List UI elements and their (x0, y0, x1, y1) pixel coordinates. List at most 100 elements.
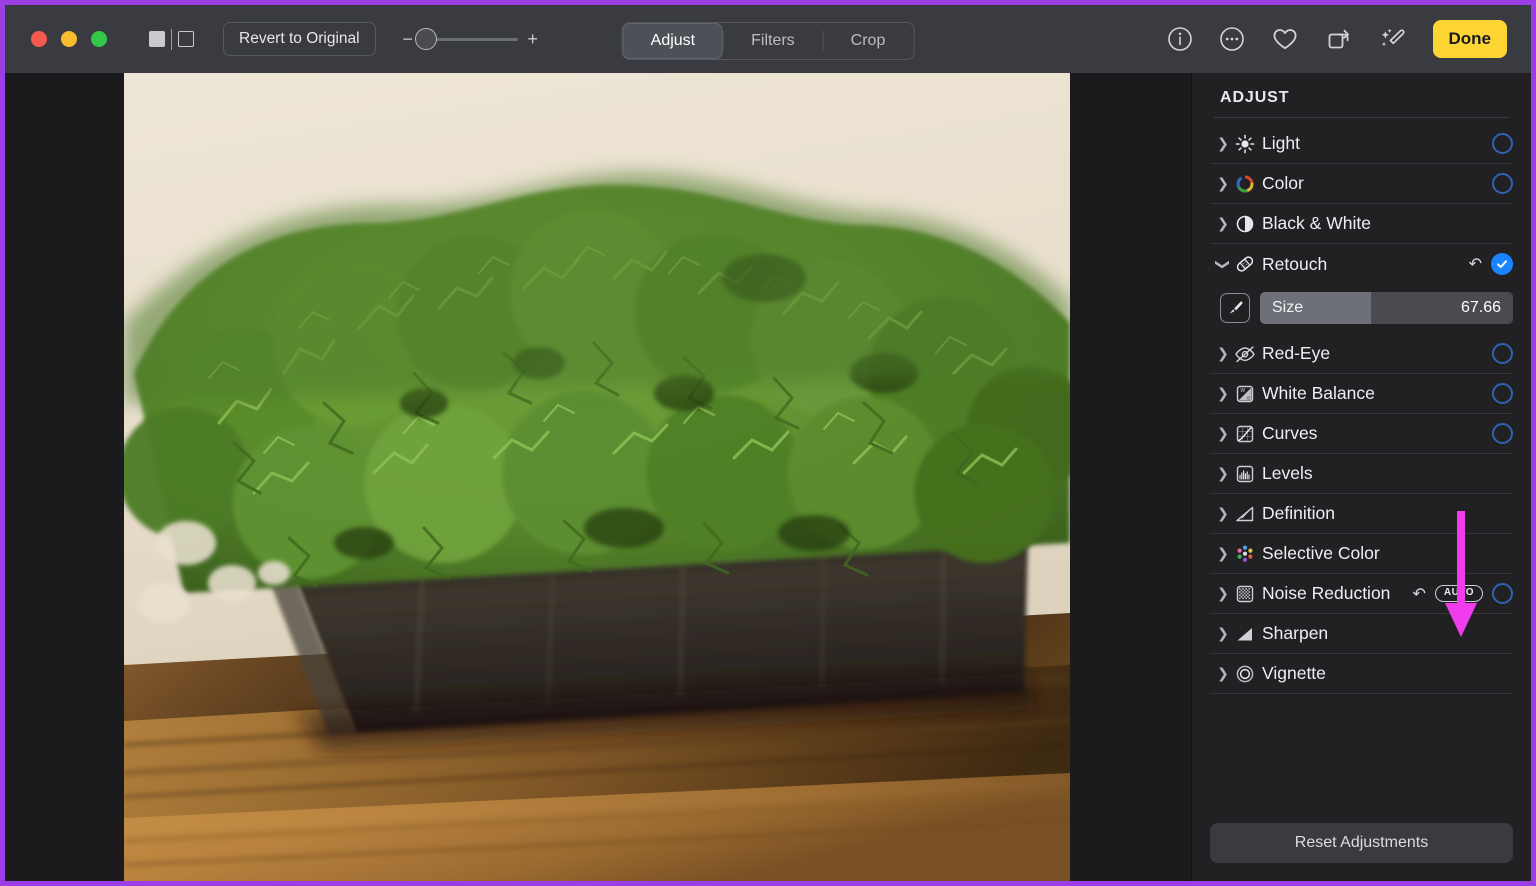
chevron-right-icon[interactable]: ❯ (1214, 505, 1232, 522)
zoom-in-icon[interactable]: + (527, 30, 539, 48)
chevron-right-icon[interactable]: ❯ (1214, 585, 1232, 602)
sidebar-item-label: Black & White (1262, 213, 1371, 233)
sidebar-item-label: Curves (1262, 423, 1318, 443)
sidebar-item-noise-reduction[interactable]: ❯ Noise Reduction ↶ AUTO (1210, 574, 1513, 614)
curves-icon (1232, 423, 1258, 445)
tab-adjust[interactable]: Adjust (622, 23, 724, 59)
retouch-bandage-icon (1232, 253, 1258, 275)
auto-badge[interactable]: AUTO (1434, 585, 1483, 602)
zoom-slider-knob[interactable] (414, 28, 437, 50)
edited-photo[interactable] (124, 73, 1070, 881)
adjust-sidebar: ADJUST ❯ Light ❯ Color ❯ Black & White ❯… (1191, 73, 1531, 881)
window-controls (31, 31, 107, 47)
chevron-right-icon[interactable]: ❯ (1214, 385, 1232, 402)
sidebar-item-color[interactable]: ❯ Color (1210, 164, 1513, 204)
brush-icon[interactable] (1220, 293, 1250, 323)
tab-filters[interactable]: Filters (723, 23, 823, 59)
sidebar-item-label: Light (1262, 133, 1300, 153)
sidebar-item-sharpen[interactable]: ❯ Sharpen (1210, 614, 1513, 654)
chevron-right-icon[interactable]: ❯ (1214, 135, 1232, 152)
reset-adjustments-button[interactable]: Reset Adjustments (1210, 823, 1513, 863)
svg-text:W: W (1240, 388, 1245, 394)
levels-icon (1232, 463, 1258, 485)
sidebar-item-label: Vignette (1262, 663, 1326, 683)
definition-icon (1232, 503, 1258, 525)
chevron-right-icon[interactable]: ❯ (1214, 175, 1232, 192)
row-trailing (1492, 343, 1513, 364)
rotate-icon[interactable] (1325, 26, 1353, 52)
minimize-window-button[interactable] (61, 31, 77, 47)
light-toggle[interactable] (1492, 133, 1513, 154)
chevron-right-icon[interactable]: ❯ (1214, 215, 1232, 232)
titlebar: Revert to Original − + Adjust Filters Cr… (5, 5, 1531, 73)
zoom-slider-track[interactable] (414, 28, 518, 50)
chevron-right-icon[interactable]: ❯ (1214, 665, 1232, 682)
size-slider[interactable]: Size 67.66 (1260, 292, 1513, 324)
photo-canvas (5, 73, 1191, 881)
auto-enhance-magic-wand-icon[interactable] (1379, 26, 1407, 52)
size-slider-value: 67.66 (1460, 299, 1501, 316)
photos-editor-window: Revert to Original − + Adjust Filters Cr… (0, 0, 1536, 886)
split-view-icon[interactable] (149, 27, 195, 51)
done-button[interactable]: Done (1432, 20, 1507, 58)
curves-toggle[interactable] (1492, 423, 1513, 444)
sidebar-item-light[interactable]: ❯ Light (1210, 124, 1513, 164)
row-trailing (1492, 423, 1513, 444)
sidebar-item-red-eye[interactable]: ❯ Red-Eye (1210, 334, 1513, 374)
sidebar-item-curves[interactable]: ❯ Curves (1210, 414, 1513, 454)
zoom-out-icon[interactable]: − (402, 30, 414, 48)
edit-mode-tabs: Adjust Filters Crop (621, 22, 915, 60)
white-balance-toggle[interactable] (1492, 383, 1513, 404)
size-slider-label: Size (1272, 299, 1304, 316)
brightness-sun-icon (1232, 133, 1258, 155)
sidebar-title: ADJUST (1220, 89, 1290, 106)
sidebar-item-label: Noise Reduction (1262, 583, 1391, 603)
maximize-window-button[interactable] (91, 31, 107, 47)
color-wheel-icon (1232, 173, 1258, 195)
toolbar-actions: Done (1167, 20, 1507, 58)
sidebar-item-label: Selective Color (1262, 543, 1380, 563)
red-eye-icon (1232, 343, 1258, 365)
sidebar-item-label: Levels (1262, 463, 1313, 483)
chevron-right-icon[interactable]: ❯ (1214, 625, 1232, 642)
zoom-slider[interactable]: − + (402, 28, 539, 50)
chevron-down-icon[interactable]: ❯ (1215, 255, 1232, 273)
sidebar-title-divider (1214, 117, 1509, 118)
red-eye-toggle[interactable] (1492, 343, 1513, 364)
sidebar-item-label: Definition (1262, 503, 1335, 523)
chevron-right-icon[interactable]: ❯ (1214, 465, 1232, 482)
favorite-heart-icon[interactable] (1271, 26, 1299, 52)
sidebar-item-white-balance[interactable]: ❯ W B White Balance (1210, 374, 1513, 414)
sidebar-item-label: Color (1262, 173, 1304, 193)
sidebar-item-levels[interactable]: ❯ Levels (1210, 454, 1513, 494)
row-trailing (1492, 383, 1513, 404)
close-window-button[interactable] (31, 31, 47, 47)
sidebar-item-black-and-white[interactable]: ❯ Black & White (1210, 204, 1513, 244)
row-trailing: ↶ AUTO (1412, 583, 1513, 604)
reset-adjustments-container: Reset Adjustments (1210, 823, 1513, 863)
sidebar-item-retouch[interactable]: ❯ Retouch ↶ (1210, 244, 1513, 284)
sidebar-item-selective-color[interactable]: ❯ Selective Color (1210, 534, 1513, 574)
sidebar-item-label: White Balance (1262, 383, 1375, 403)
retouch-toggle-on[interactable] (1491, 253, 1513, 275)
noise-reduction-icon (1232, 583, 1258, 605)
info-icon[interactable] (1167, 26, 1193, 52)
sidebar-item-label: Sharpen (1262, 623, 1329, 643)
sidebar-item-definition[interactable]: ❯ Definition (1210, 494, 1513, 534)
split-view-left-pane-icon (149, 31, 165, 47)
chevron-right-icon[interactable]: ❯ (1214, 345, 1232, 362)
chevron-right-icon[interactable]: ❯ (1214, 545, 1232, 562)
sidebar-item-vignette[interactable]: ❯ Vignette (1210, 654, 1513, 694)
selective-color-icon (1232, 543, 1258, 565)
tab-crop[interactable]: Crop (822, 23, 914, 59)
retouch-size-controls: Size 67.66 (1210, 288, 1513, 328)
revert-to-original-button[interactable]: Revert to Original (223, 22, 376, 56)
chevron-right-icon[interactable]: ❯ (1214, 425, 1232, 442)
revert-adjustment-icon[interactable]: ↶ (1412, 584, 1425, 604)
row-trailing: ↶ (1469, 253, 1513, 275)
color-toggle[interactable] (1492, 173, 1513, 194)
row-trailing (1492, 173, 1513, 194)
revert-adjustment-icon[interactable]: ↶ (1469, 254, 1482, 274)
more-options-icon[interactable] (1219, 26, 1245, 52)
noise-reduction-toggle[interactable] (1492, 583, 1513, 604)
